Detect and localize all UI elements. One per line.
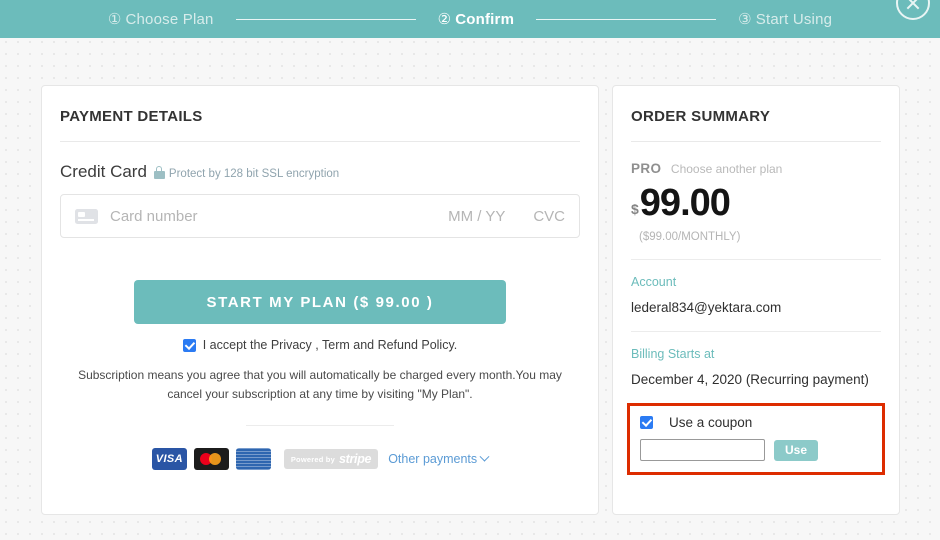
other-payments-link[interactable]: Other payments	[388, 451, 490, 467]
card-input-field[interactable]: Card number MM / YY CVC	[60, 194, 580, 238]
step-1-number: ①	[107, 11, 122, 28]
subscription-note: Subscription means you agree that you wi…	[78, 368, 562, 401]
step-confirm[interactable]: ② Confirm	[438, 10, 515, 28]
amex-icon	[235, 448, 271, 471]
payment-logos-row: VISA Powered by stripe Other payments	[60, 448, 580, 471]
step-progress-bar: ① Choose Plan ② Confirm ③ Start Using	[0, 0, 940, 38]
step-2-number: ②	[437, 11, 452, 28]
coupon-section: Use a coupon Use	[627, 403, 885, 475]
account-email: lederal834@yektara.com	[631, 300, 782, 315]
choose-another-plan-link[interactable]: Choose another plan	[671, 162, 782, 176]
stripe-wordmark: stripe	[338, 452, 372, 467]
order-summary-title: ORDER SUMMARY	[631, 108, 771, 125]
chevron-down-icon	[479, 451, 490, 462]
payment-details-title: PAYMENT DETAILS	[60, 108, 203, 125]
payment-details-panel: PAYMENT DETAILS Credit Card Protect by 1…	[41, 85, 599, 515]
price-value: 99.00	[639, 182, 731, 224]
other-payments-label: Other payments	[388, 452, 478, 467]
plan-name: PRO	[631, 161, 662, 176]
credit-card-label: Credit Card	[60, 162, 147, 181]
accept-policy-label: I accept the Privacy , Term and Refund P…	[202, 338, 458, 352]
card-number-input[interactable]: Card number	[110, 208, 448, 225]
coupon-checkbox-row[interactable]: Use a coupon	[640, 415, 872, 430]
account-divider	[631, 259, 881, 260]
price-period: ($99.00/MONTHLY)	[639, 231, 741, 243]
step-connector-1	[235, 18, 416, 20]
card-expiry-input[interactable]: MM / YY	[448, 208, 505, 225]
order-summary-panel: ORDER SUMMARY PRO Choose another plan $ …	[612, 85, 900, 515]
payment-title-divider	[60, 141, 580, 142]
mastercard-icon	[193, 448, 229, 471]
step-1-label: Choose Plan	[125, 11, 214, 28]
plan-row: PRO Choose another plan	[631, 160, 881, 178]
step-3-label: Start Using	[755, 11, 833, 28]
step-start-using[interactable]: ③ Start Using	[738, 10, 832, 28]
billing-divider	[631, 331, 881, 332]
accept-policy-checkbox[interactable]	[182, 338, 196, 352]
use-coupon-checkbox[interactable]	[640, 416, 653, 429]
summary-title-divider	[631, 141, 881, 142]
ssl-encryption-text: Protect by 128 bit SSL encryption	[168, 168, 340, 180]
step-choose-plan[interactable]: ① Choose Plan	[108, 10, 214, 28]
logos-divider	[246, 425, 394, 427]
close-circle-icon[interactable]	[896, 0, 930, 20]
account-label[interactable]: Account	[631, 275, 881, 289]
apply-coupon-button[interactable]: Use	[774, 439, 818, 461]
start-my-plan-button[interactable]: START MY PLAN ($ 99.00 )	[134, 280, 506, 324]
step-2-label: Confirm	[455, 11, 515, 28]
price-row: $ 99.00	[631, 184, 881, 222]
use-coupon-label: Use a coupon	[669, 415, 753, 430]
coupon-code-input[interactable]	[640, 439, 765, 461]
cta-wrapper: START MY PLAN ($ 99.00 )	[60, 280, 580, 324]
price-currency: $	[631, 201, 639, 217]
credit-card-row: Credit Card Protect by 128 bit SSL encry…	[60, 162, 580, 182]
stripe-badge: Powered by stripe	[283, 449, 379, 470]
step-connector-2	[536, 18, 717, 20]
visa-icon: VISA	[151, 448, 187, 471]
credit-card-icon	[75, 208, 98, 224]
coupon-input-row: Use	[640, 439, 872, 461]
accept-policy-row[interactable]: I accept the Privacy , Term and Refund P…	[60, 338, 580, 352]
billing-starts-label[interactable]: Billing Starts at	[631, 347, 881, 361]
step-3-number: ③	[738, 11, 752, 28]
billing-starts-date: December 4, 2020 (Recurring payment)	[631, 372, 869, 387]
stripe-powered-by-label: Powered by	[290, 454, 335, 464]
lock-icon	[153, 166, 165, 179]
card-cvc-input[interactable]: CVC	[533, 208, 565, 225]
